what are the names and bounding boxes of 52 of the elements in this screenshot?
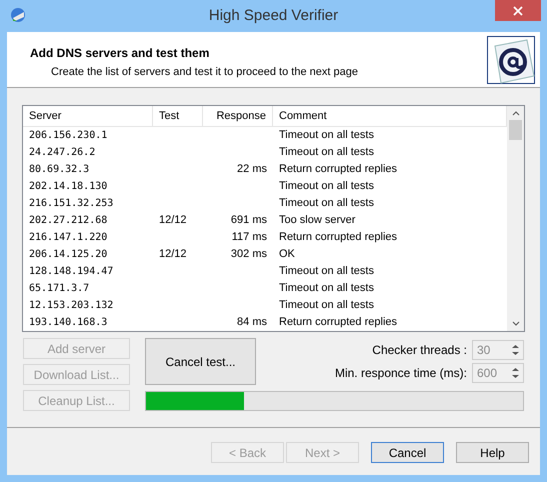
table-cell-text: 80.69.32.3 [28, 163, 90, 177]
column-header[interactable]: Test [153, 106, 203, 126]
table-cell: Return corrupted replies [279, 316, 398, 328]
table-cell: 84 ms [237, 316, 267, 328]
dialog-button[interactable]: Help [456, 442, 529, 463]
scrollbar[interactable] [507, 106, 524, 331]
table-cell: Too slow server [279, 214, 356, 226]
close-icon [513, 6, 523, 16]
table-cell: Return corrupted replies [279, 231, 398, 244]
table-cell: Timeout on all tests [279, 265, 374, 278]
table-cell-text: 206.156.230.1 [28, 129, 108, 143]
header-subtitle: Create the list of servers and test it to proceed to the next page [50, 65, 358, 80]
table-cell: Timeout on all tests [279, 282, 374, 294]
column-header[interactable]: Response [203, 106, 273, 126]
table-cell-text: 193.140.168.3 [28, 316, 108, 330]
table-cell-text: 216.151.32.253 [28, 197, 114, 211]
globe-icon [9, 6, 27, 24]
table-cell: 22 ms [237, 163, 267, 176]
table-cell-text: 12.153.203.132 [28, 299, 114, 313]
table-cell: 302 ms [230, 248, 267, 260]
table-cell: Return corrupted replies [279, 163, 398, 176]
scroll-up-icon [512, 111, 520, 116]
scrollbar-thumb[interactable] [509, 120, 522, 140]
table-cell: Timeout on all tests [279, 180, 374, 192]
spinner-arrows-icon [511, 366, 520, 380]
table-cell-text: 206.14.125.20 [28, 248, 108, 262]
table-cell-text: 24.247.26.2 [28, 146, 96, 160]
setting-label: Min. responce time (ms): [334, 365, 467, 382]
table-cell: Timeout on all tests [279, 146, 374, 158]
table-cell: OK [279, 248, 295, 260]
table-cell-text: 216.147.1.220 [28, 231, 108, 245]
column-header[interactable]: Server [23, 106, 153, 126]
table-cell-text: 202.27.212.68 [28, 214, 108, 228]
table-cell-text: 202.14.18.130 [28, 180, 108, 194]
table-cell-text: 65.171.3.7 [28, 282, 90, 296]
table-cell: Timeout on all tests [279, 129, 374, 142]
spinner-arrows-icon [511, 343, 520, 357]
table-cell: Timeout on all tests [279, 299, 374, 312]
window-title: High Speed Verifier [208, 6, 338, 26]
close-button[interactable] [495, 0, 541, 21]
table-cell: 691 ms [230, 214, 267, 226]
scroll-down-icon [512, 321, 520, 326]
header-title: Add DNS servers and test them [30, 45, 210, 62]
table-cell: 117 ms [232, 231, 267, 244]
table-cell: 12/12 [159, 248, 187, 260]
setting-label: Checker threads : [372, 342, 467, 359]
table-cell-text: 128.148.194.47 [28, 265, 114, 279]
dialog-button[interactable]: Cancel [371, 442, 444, 463]
email-at-icon [487, 36, 535, 84]
table-cell: Timeout on all tests [279, 197, 374, 210]
table-cell: 12/12 [159, 214, 187, 226]
cancel-test-button[interactable]: Cancel test... [145, 338, 256, 385]
